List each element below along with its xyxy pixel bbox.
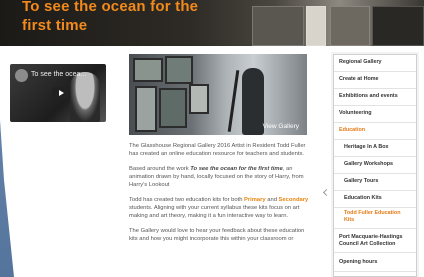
banner-photo bbox=[252, 6, 304, 46]
sidebar-item-heritage-in-a-box[interactable]: Heritage In A Box bbox=[334, 144, 416, 157]
sidebar-item-education-kits[interactable]: Education Kits bbox=[334, 195, 416, 208]
artist-figure bbox=[242, 68, 264, 135]
sidebar-item-gallery-tours[interactable]: Gallery Tours bbox=[334, 178, 416, 191]
artwork-frame bbox=[133, 58, 163, 82]
artwork-frame bbox=[135, 86, 157, 132]
page-title-line2: first time bbox=[22, 17, 88, 34]
kits-paragraph: Todd has created two education kits for … bbox=[129, 196, 309, 220]
work-paragraph: Based around the work To see the ocean f… bbox=[129, 165, 309, 189]
view-gallery-link[interactable]: View Gallery bbox=[263, 123, 299, 130]
gallery-image[interactable]: View Gallery bbox=[129, 54, 307, 135]
channel-avatar bbox=[15, 69, 28, 82]
banner-photo bbox=[372, 6, 424, 46]
video-player[interactable]: To see the ocea... bbox=[10, 64, 106, 122]
banner-photo bbox=[330, 6, 370, 46]
work-paragraph-prefix: Based around the work bbox=[129, 166, 191, 172]
artwork-frame bbox=[159, 88, 187, 128]
sidebar-item-art-collection[interactable]: Port Macquarie-Hastings Council Art Coll… bbox=[334, 234, 416, 253]
video-thumbnail bbox=[70, 72, 100, 122]
page-title: To see the ocean for the first time bbox=[22, 0, 198, 35]
video-title[interactable]: To see the ocea... bbox=[31, 71, 86, 78]
work-title: To see the ocean for the first time bbox=[190, 166, 283, 172]
feedback-paragraph: The Gallery would love to hear your feed… bbox=[129, 228, 305, 242]
kits-text-b: and bbox=[265, 197, 279, 203]
sidebar-item-exhibitions[interactable]: Exhibitions and events bbox=[334, 93, 416, 106]
sidebar-item-education[interactable]: Education bbox=[334, 127, 416, 140]
page-title-line1: To see the ocean for the bbox=[22, 0, 199, 15]
hero-banner: To see the ocean for the first time bbox=[0, 0, 424, 46]
play-button-icon[interactable] bbox=[52, 87, 69, 99]
artwork-frame bbox=[165, 56, 193, 84]
banner-photo bbox=[306, 6, 326, 46]
sidebar-item-volunteering[interactable]: Volunteering bbox=[334, 110, 416, 123]
kits-text-c: students. Aligning with your current syl… bbox=[129, 205, 300, 219]
secondary-kit-link[interactable]: Secondary bbox=[279, 197, 309, 203]
main-content: The Glasshouse Regional Gallery 2016 Art… bbox=[129, 142, 309, 250]
artwork-frame bbox=[189, 84, 209, 114]
sidebar-item-regional-gallery[interactable]: Regional Gallery bbox=[334, 59, 416, 72]
sidebar-item-todd-fuller-kits[interactable]: Todd Fuller Education Kits bbox=[334, 210, 416, 229]
primary-kit-link[interactable]: Primary bbox=[244, 197, 266, 203]
sidebar-item-gallery-workshops[interactable]: Gallery Workshops bbox=[334, 161, 416, 174]
kits-text-a: Todd has created two education kits for … bbox=[129, 197, 245, 203]
sidebar-item-create-at-home[interactable]: Create at Home bbox=[334, 76, 416, 89]
sidebar-nav: Regional Gallery Create at Home Exhibiti… bbox=[333, 54, 417, 277]
sidebar-item-opening-hours[interactable]: Opening hours bbox=[334, 259, 416, 272]
intro-paragraph: The Glasshouse Regional Gallery 2016 Art… bbox=[129, 143, 306, 157]
easel-shape bbox=[227, 70, 240, 132]
